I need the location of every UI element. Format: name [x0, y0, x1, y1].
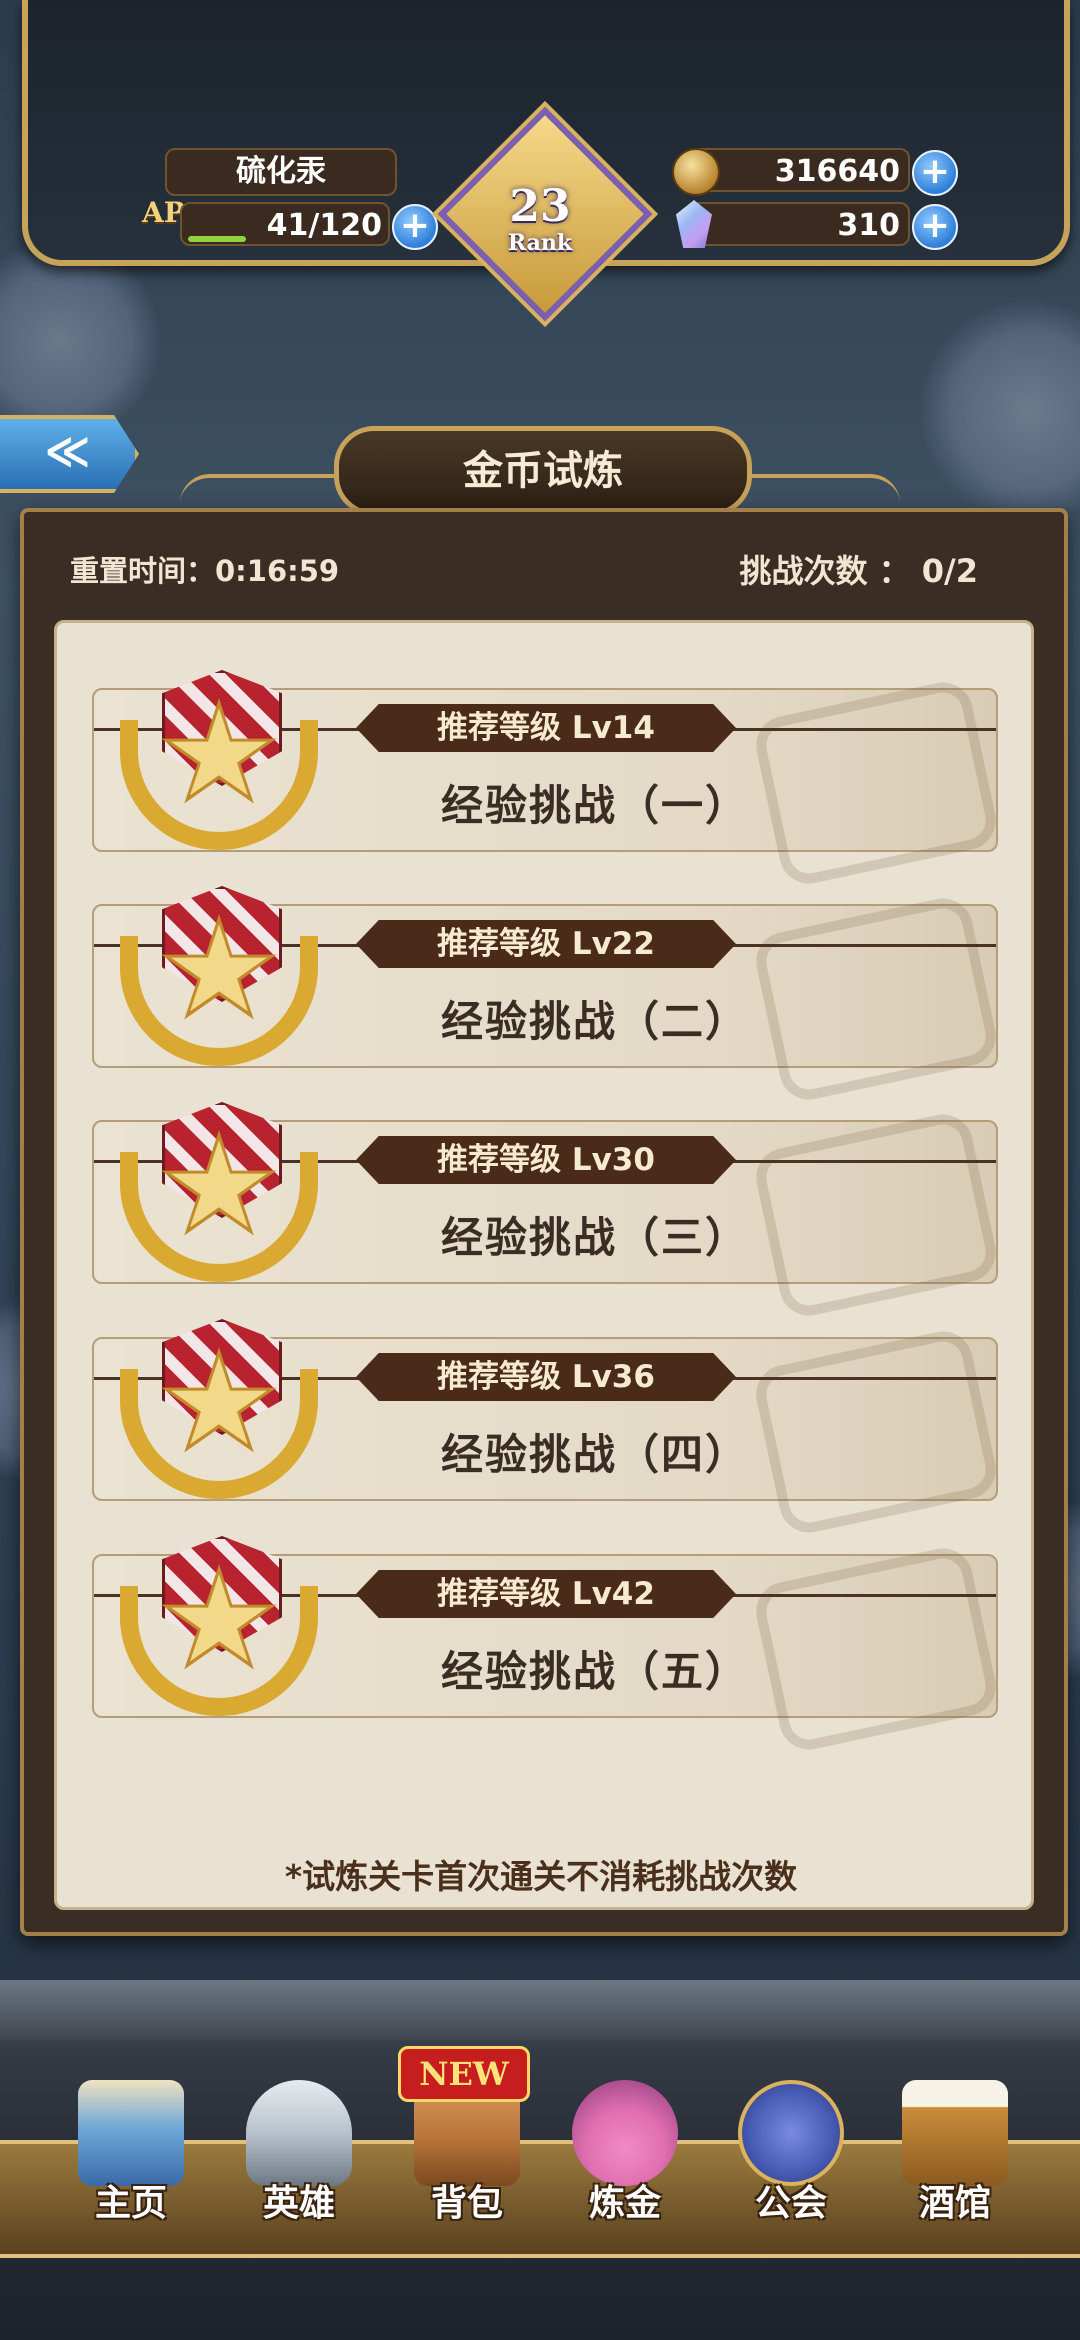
- add-ap-button[interactable]: +: [392, 204, 438, 250]
- challenge-name: 经验挑战（四）: [440, 1430, 749, 1479]
- potion-icon: [572, 2080, 678, 2186]
- gold-counter: 316640: [690, 148, 910, 192]
- medal-icon: [114, 886, 324, 1076]
- challenge-name: 经验挑战（三）: [440, 1213, 749, 1262]
- nav-label: 公会: [754, 2183, 827, 2224]
- medal-icon: [114, 670, 324, 860]
- stone-ledge: [0, 1980, 1080, 2040]
- add-gem-button[interactable]: +: [912, 204, 958, 250]
- back-button[interactable]: ≪: [0, 415, 139, 493]
- rank-number: 23: [509, 181, 571, 232]
- challenge-name: 经验挑战（二）: [440, 997, 749, 1046]
- player-name: 硫化汞: [165, 148, 397, 196]
- challenge-row-4[interactable]: 推荐等级 Lv36 经验挑战（四）: [92, 1319, 1002, 1539]
- guild-shield-icon: [738, 2080, 844, 2186]
- medal-icon: [114, 1536, 324, 1726]
- challenge-row-2[interactable]: 推荐等级 Lv22 经验挑战（二）: [92, 886, 1002, 1106]
- nav-tavern[interactable]: 酒馆: [880, 2070, 1030, 2224]
- rank-label: Rank: [507, 230, 573, 256]
- ap-counter: 41/120: [180, 202, 390, 246]
- gold-coin-icon: [672, 148, 720, 196]
- reset-timer: 重置时间：0:16:59: [70, 554, 340, 588]
- challenge-name: 经验挑战（一）: [440, 781, 749, 830]
- gem-counter: 310: [690, 202, 910, 246]
- nav-home[interactable]: 主页: [56, 2070, 206, 2224]
- background-flower: [920, 300, 1080, 520]
- rank-badge-text: 23 Rank: [478, 146, 602, 256]
- add-gold-button[interactable]: +: [912, 150, 958, 196]
- page-title: 金币试炼: [334, 426, 752, 516]
- title-ornament-left: [180, 474, 360, 510]
- ap-value: 41/120: [266, 208, 382, 243]
- medal-icon: [114, 1102, 324, 1292]
- ap-progress-fill: [188, 236, 246, 242]
- nav-label: 英雄: [262, 2183, 335, 2224]
- top-hud: 硫化汞 AP 41/120 + 23 Rank 316640 + 310 +: [0, 0, 1080, 330]
- new-badge: NEW: [398, 2046, 530, 2102]
- beer-mug-icon: [902, 2080, 1008, 2186]
- challenge-name: 经验挑战（五）: [440, 1647, 749, 1696]
- trial-note: *试炼关卡首次通关不消耗挑战次数: [284, 1857, 798, 1896]
- castle-icon: [78, 2080, 184, 2186]
- challenge-row-1[interactable]: 推荐等级 Lv14 经验挑战（一）: [92, 670, 1002, 890]
- nav-alchemy[interactable]: 炼金: [550, 2070, 700, 2224]
- recommended-level: 推荐等级 Lv36: [356, 1353, 736, 1401]
- double-chevron-left-icon: ≪: [44, 426, 91, 477]
- nav-label: 主页: [94, 2183, 167, 2224]
- recommended-level: 推荐等级 Lv30: [356, 1136, 736, 1184]
- challenge-row-5[interactable]: 推荐等级 Lv42 经验挑战（五）: [92, 1536, 1002, 1756]
- recommended-level: 推荐等级 Lv42: [356, 1570, 736, 1618]
- nav-label: 炼金: [588, 2183, 661, 2224]
- challenge-count: 挑战次数 ： 0/2: [739, 552, 978, 590]
- recommended-level: 推荐等级 Lv22: [356, 920, 736, 968]
- helmet-icon: [246, 2080, 352, 2186]
- medal-icon: [114, 1319, 324, 1509]
- nav-label: 背包: [430, 2183, 503, 2224]
- nav-label: 酒馆: [918, 2183, 991, 2224]
- nav-heroes[interactable]: 英雄: [224, 2070, 374, 2224]
- recommended-level: 推荐等级 Lv14: [356, 704, 736, 752]
- challenge-row-3[interactable]: 推荐等级 Lv30 经验挑战（三）: [92, 1102, 1002, 1322]
- nav-guild[interactable]: 公会: [716, 2070, 866, 2224]
